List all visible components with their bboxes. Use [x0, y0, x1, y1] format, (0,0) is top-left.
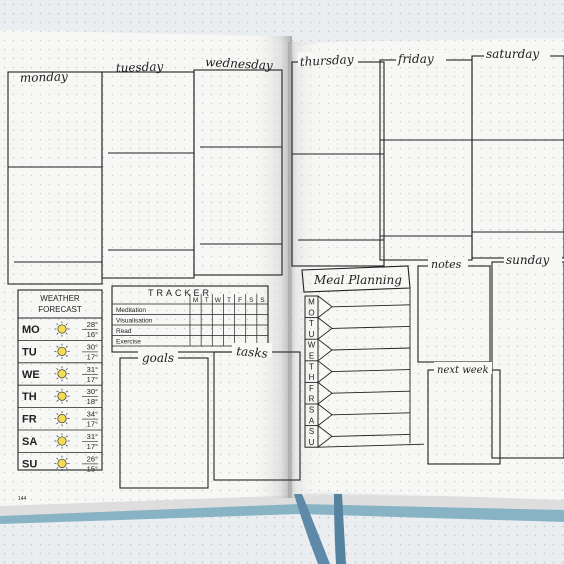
weather-title-line2: FORECAST	[38, 305, 82, 314]
journal-spread: monday tuesday wednesday WEATHER FORECAS…	[0, 0, 564, 564]
label-goals: goals	[142, 351, 174, 365]
weather-low: 17°	[87, 442, 98, 451]
tracker-day-letter: T	[205, 297, 209, 304]
weather-day: WE	[22, 369, 40, 381]
label-friday: friday	[397, 52, 434, 66]
weather-high: 31°	[87, 432, 98, 441]
tracker-habit: Read	[116, 328, 132, 335]
tracker-day-letter: W	[215, 297, 222, 304]
meal-day-letter: W	[308, 341, 316, 350]
weather-low: 16°	[87, 330, 98, 339]
label-saturday: saturday	[486, 47, 539, 61]
weather-high: 26°	[87, 454, 98, 463]
meal-day-letter: M	[308, 298, 315, 307]
weather-day: SU	[22, 458, 37, 470]
weather-day: TU	[22, 346, 37, 358]
meal-day-letter: R	[309, 395, 315, 404]
tracker-habit: Visualisation	[116, 318, 153, 325]
meal-day-letter: F	[309, 384, 314, 393]
tracker-habit: Meditation	[116, 307, 146, 314]
page-number: 144	[18, 496, 27, 502]
label-thursday: thursday	[299, 52, 354, 69]
weather-low: 17°	[87, 352, 98, 361]
weather-low: 17°	[87, 420, 98, 429]
meal-day-letter: U	[309, 438, 315, 447]
weather-day: MO	[22, 324, 40, 336]
label-tasks: tasks	[236, 344, 269, 361]
weather-day: SA	[22, 436, 37, 448]
weather-low: 17°	[87, 375, 98, 384]
journal-photo: monday tuesday wednesday WEATHER FORECAS…	[0, 0, 564, 564]
label-monday: monday	[20, 69, 69, 85]
meal-day-letter: U	[309, 330, 315, 339]
meal-day-letter: T	[309, 362, 314, 371]
tracker-day-letter: S	[249, 297, 254, 304]
meal-day-letter: S	[309, 406, 314, 415]
label-notes: notes	[431, 258, 462, 271]
weather-high: 30°	[87, 387, 98, 396]
weather-high: 34°	[87, 410, 98, 419]
label-next-week: next week	[437, 365, 489, 376]
weather-day: TH	[22, 391, 37, 403]
tracker-day-letter: S	[260, 297, 265, 304]
tracker-title: TRACKER	[148, 288, 212, 298]
meal-planning-title: Meal Planning	[313, 273, 402, 287]
weather-title-line1: WEATHER	[40, 294, 80, 303]
tracker-day-letter: F	[238, 297, 242, 304]
weather-high: 30°	[87, 342, 98, 351]
tracker-day-letter: T	[227, 297, 231, 304]
meal-day-letter: S	[309, 427, 314, 436]
tracker-day-letter: M	[193, 297, 198, 304]
weather-high: 31°	[87, 365, 98, 374]
weather-high: 28°	[87, 320, 98, 329]
weather-day: FR	[22, 414, 37, 426]
tracker-habit: Exercise	[116, 339, 141, 346]
weather-low: 15°	[87, 464, 98, 473]
meal-day-letter: A	[309, 416, 315, 425]
meal-day-letter: T	[309, 319, 314, 328]
meal-day-letter: O	[308, 308, 314, 317]
meal-day-letter: H	[309, 373, 315, 382]
weather-low: 18°	[87, 397, 98, 406]
label-sunday: sunday	[506, 253, 549, 267]
meal-day-letter: E	[309, 352, 314, 361]
label-tuesday: tuesday	[116, 59, 164, 75]
